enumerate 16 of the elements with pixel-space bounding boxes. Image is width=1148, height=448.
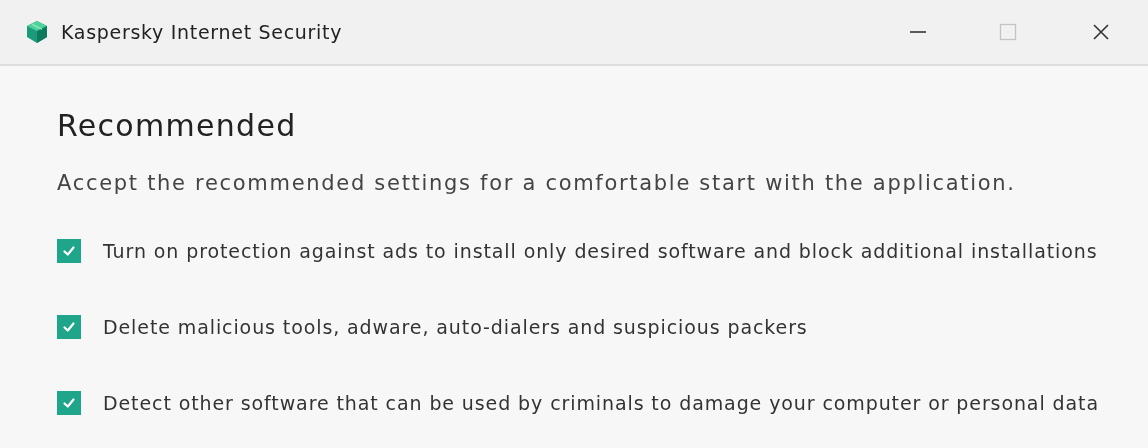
checkmark-icon <box>62 396 76 410</box>
checkbox[interactable] <box>57 315 81 339</box>
checkmark-icon <box>62 320 76 334</box>
checkmark-icon <box>62 244 76 258</box>
checkbox[interactable] <box>57 391 81 415</box>
checkbox[interactable] <box>57 239 81 263</box>
maximize-icon <box>998 22 1018 42</box>
minimize-icon <box>910 31 926 33</box>
page-heading: Recommended <box>57 108 298 143</box>
close-icon <box>1090 22 1111 42</box>
description-text: Accept the recommended settings for a comfortable start with the application. <box>57 171 1017 195</box>
option-label: Detect other software that can be used by criminals to damage your computer or personal data <box>103 392 1099 414</box>
option-label: Delete malicious tools, adware, auto-dialers and suspicious packers <box>103 316 808 338</box>
option-label: Turn on protection against ads to install only desired software and block additional installations <box>103 240 1098 262</box>
window-title: Kaspersky Internet Security <box>61 21 343 43</box>
cube-logo-icon <box>25 20 49 44</box>
